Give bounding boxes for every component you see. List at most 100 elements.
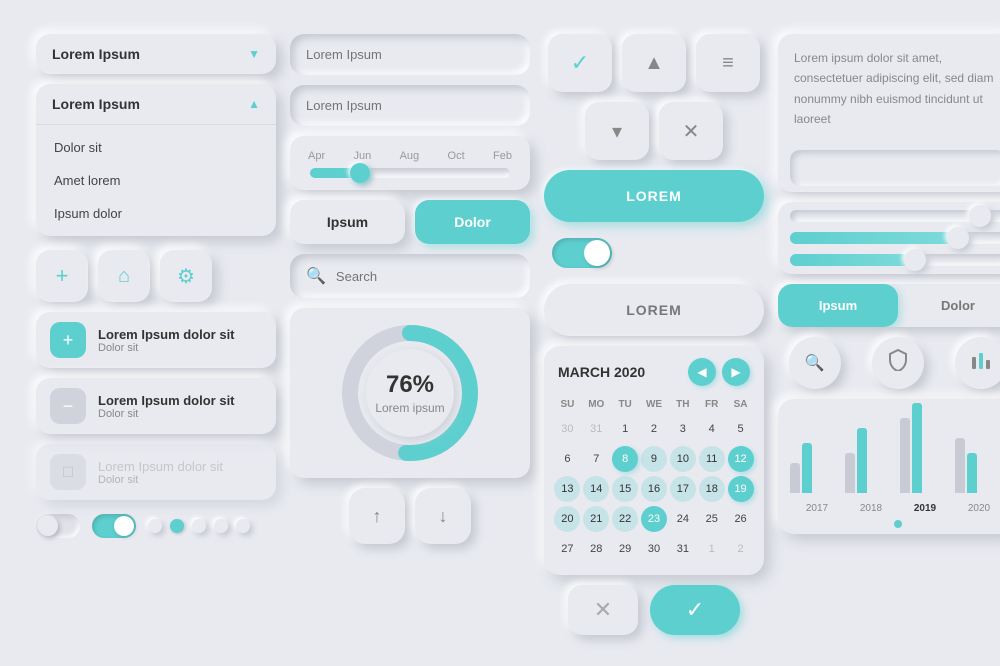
cal-day[interactable]: 1	[612, 416, 638, 442]
cal-day-today[interactable]: 23	[641, 506, 667, 532]
settings-button[interactable]: ⚙	[160, 250, 212, 302]
cal-day[interactable]: 19	[728, 476, 754, 502]
cal-day[interactable]: 24	[670, 506, 696, 532]
menu-button[interactable]: ≡	[696, 34, 760, 92]
radio-dot-2[interactable]	[170, 519, 184, 533]
dropdown-header[interactable]: Lorem Ipsum ▲	[36, 84, 276, 125]
h-slider-thumb-2[interactable]	[947, 227, 969, 249]
chart-bars	[790, 409, 1000, 499]
list-item-2[interactable]: − Lorem Ipsum dolor sit Dolor sit	[36, 378, 276, 434]
bar-chart: 2017 2018 2019 2020	[778, 399, 1000, 534]
search-input[interactable]	[336, 269, 514, 284]
cal-day[interactable]: 1	[699, 536, 725, 562]
cal-day[interactable]: 5	[728, 416, 754, 442]
shield-round-button[interactable]	[872, 337, 924, 389]
list-item-3[interactable]: ☐ Lorem Ipsum dolor sit Dolor sit	[36, 444, 276, 500]
radio-dot-4[interactable]	[214, 519, 228, 533]
search-round-button[interactable]: 🔍	[789, 337, 841, 389]
input-2[interactable]	[290, 85, 530, 126]
cal-day[interactable]: 27	[554, 536, 580, 562]
h-slider-2[interactable]	[790, 232, 1000, 244]
cal-day[interactable]: 16	[641, 476, 667, 502]
slider-thumb[interactable]	[350, 163, 370, 183]
cal-day[interactable]: 22	[612, 506, 638, 532]
arrow-down-button[interactable]: ↓	[415, 488, 471, 544]
cal-day[interactable]: 14	[583, 476, 609, 502]
cal-day[interactable]: 21	[583, 506, 609, 532]
dropdown-item-1[interactable]: Dolor sit	[36, 131, 276, 164]
search-field[interactable]: 🔍	[290, 254, 530, 298]
toggle-on[interactable]	[92, 514, 136, 538]
chevron-down-button[interactable]: ▾	[585, 102, 649, 160]
cal-day[interactable]: 20	[554, 506, 580, 532]
close-button[interactable]: ✕	[659, 102, 723, 160]
check-button[interactable]: ✓	[650, 585, 740, 635]
bar-group-2020	[955, 438, 1000, 493]
lorem-button-flat[interactable]: LOREM	[544, 284, 764, 336]
cal-day[interactable]: 15	[612, 476, 638, 502]
cal-day[interactable]: 7	[583, 446, 609, 472]
cal-day[interactable]: 25	[699, 506, 725, 532]
dropdown-closed[interactable]: Lorem Ipsum ▼	[36, 34, 276, 74]
cal-day[interactable]: 12	[728, 446, 754, 472]
cal-day[interactable]: 2	[641, 416, 667, 442]
cal-day[interactable]: 31	[670, 536, 696, 562]
radio-dot-1[interactable]	[148, 519, 162, 533]
list-check-icon: ☐	[50, 454, 86, 490]
cal-day[interactable]: 31	[583, 416, 609, 442]
cal-day[interactable]: 29	[612, 536, 638, 562]
calendar-prev[interactable]: ◀	[688, 358, 716, 386]
cal-day[interactable]: 26	[728, 506, 754, 532]
cal-day[interactable]: 4	[699, 416, 725, 442]
h-slider-thumb-3[interactable]	[904, 249, 926, 271]
cal-day[interactable]: 13	[554, 476, 580, 502]
chart-round-button[interactable]	[955, 337, 1000, 389]
h-slider-3[interactable]	[790, 254, 1000, 266]
input-field-1[interactable]	[290, 34, 530, 75]
list-item-1[interactable]: + Lorem Ipsum dolor sit Dolor sit	[36, 312, 276, 368]
chevron-up-button[interactable]: ▲	[622, 34, 686, 92]
home-button[interactable]: ⌂	[98, 250, 150, 302]
dolor-button[interactable]: Dolor	[415, 200, 530, 244]
radio-dot-5[interactable]	[236, 519, 250, 533]
toggle-big-on[interactable]	[552, 238, 612, 268]
checkmark-button[interactable]: ✓	[548, 34, 612, 92]
cal-day[interactable]: 10	[670, 446, 696, 472]
cal-day[interactable]: 30	[641, 536, 667, 562]
chart-label-2018: 2018	[860, 503, 882, 514]
list-text-2: Lorem Ipsum dolor sit Dolor sit	[98, 393, 235, 420]
cal-day[interactable]: 30	[554, 416, 580, 442]
input-field-2[interactable]	[290, 85, 530, 126]
cal-day[interactable]: 28	[583, 536, 609, 562]
big-toggle-row	[544, 232, 764, 274]
cal-day[interactable]: 8	[612, 446, 638, 472]
bar-2018-2	[857, 428, 867, 493]
x-button[interactable]: ✕	[568, 585, 638, 635]
radio-dot-3[interactable]	[192, 519, 206, 533]
dropdown-item-2[interactable]: Amet lorem	[36, 164, 276, 197]
plus-button[interactable]: +	[36, 250, 88, 302]
segment-dolor[interactable]: Dolor	[898, 284, 1000, 327]
cal-day[interactable]: 6	[554, 446, 580, 472]
h-slider-thumb-1[interactable]	[969, 205, 991, 227]
toggle-thumb-off	[38, 516, 58, 536]
ipsum-button[interactable]: Ipsum	[290, 200, 405, 244]
cal-day[interactable]: 3	[670, 416, 696, 442]
column-3: ✓ ▲ ≡ ▾ ✕ LOREM LOREM	[544, 34, 764, 635]
cal-day[interactable]: 18	[699, 476, 725, 502]
lorem-button-teal[interactable]: LOREM	[544, 170, 764, 222]
text-input-field[interactable]	[790, 150, 1000, 186]
slider-track[interactable]	[310, 168, 510, 178]
toggle-off[interactable]	[36, 514, 80, 538]
segment-ipsum[interactable]: Ipsum	[778, 284, 898, 327]
input-1[interactable]	[290, 34, 530, 75]
cal-day[interactable]: 17	[670, 476, 696, 502]
dropdown-item-3[interactable]: Ipsum dolor	[36, 197, 276, 230]
h-slider-1[interactable]	[790, 210, 1000, 222]
list-plus-icon: +	[50, 322, 86, 358]
calendar-next[interactable]: ▶	[722, 358, 750, 386]
cal-day[interactable]: 11	[699, 446, 725, 472]
cal-day[interactable]: 2	[728, 536, 754, 562]
cal-day[interactable]: 9	[641, 446, 667, 472]
arrow-up-button[interactable]: ↑	[349, 488, 405, 544]
